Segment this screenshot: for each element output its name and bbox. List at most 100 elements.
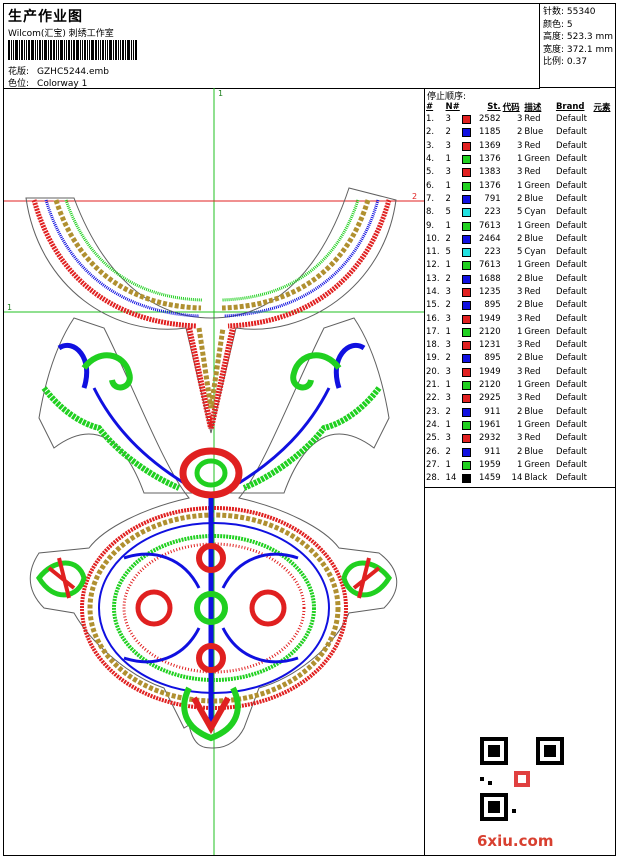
row-element xyxy=(592,379,616,392)
barcode-bar xyxy=(53,40,55,60)
design-height: 高度: 523.3 mm xyxy=(543,32,614,42)
row-element xyxy=(592,459,616,472)
color-swatch xyxy=(462,420,472,430)
table-row: 18. 3 1231 3 Red Default xyxy=(425,339,616,352)
row-needle: 3 xyxy=(445,393,451,404)
color-swatch xyxy=(462,181,472,191)
row-index: 8. xyxy=(426,207,435,218)
col-index: # xyxy=(426,102,434,112)
row-brand: Default xyxy=(555,406,587,417)
row-index: 21. xyxy=(426,380,440,391)
table-row: 19. 2 895 2 Blue Default xyxy=(425,352,616,365)
row-stitch-count: 1231 xyxy=(479,340,501,351)
row-code: 2 xyxy=(516,353,523,364)
row-code: 3 xyxy=(516,340,523,351)
barcode-bar xyxy=(87,40,88,60)
col-element: 元素 xyxy=(593,103,611,113)
row-stitches: 223 xyxy=(461,206,501,219)
qr-module xyxy=(488,745,500,757)
barcode-bar xyxy=(102,40,104,60)
row-needle: 1 xyxy=(445,260,451,271)
barcode-bar xyxy=(107,40,108,60)
row-brand: Default xyxy=(555,473,587,484)
table-row: 28. 14 1459 14 Black Default xyxy=(425,472,616,485)
color-swatch xyxy=(462,194,472,204)
row-desc: Red xyxy=(524,140,541,151)
row-brand: Default xyxy=(555,300,587,311)
qr-code xyxy=(480,737,564,821)
row-code: 3 xyxy=(516,433,523,444)
qr-module xyxy=(512,809,516,813)
row-needle: 3 xyxy=(445,366,451,377)
row-brand: Default xyxy=(555,233,587,244)
row-needle: 3 xyxy=(445,114,451,125)
row-element xyxy=(592,206,616,219)
row-desc: Red xyxy=(524,366,541,377)
row-index: 4. xyxy=(426,154,435,165)
row-stitch-count: 223 xyxy=(484,247,501,258)
row-needle: 2 xyxy=(445,127,451,138)
row-stitches: 2464 xyxy=(461,233,501,246)
row-stitches: 1961 xyxy=(461,419,501,432)
row-needle: 3 xyxy=(445,313,451,324)
row-stitch-count: 1383 xyxy=(479,167,501,178)
row-needle: 3 xyxy=(445,287,451,297)
table-row: 9. 1 7613 1 Green Default xyxy=(425,219,616,232)
row-code: 3 xyxy=(516,393,523,404)
table-row: 13. 2 1688 2 Blue Default xyxy=(425,273,616,286)
row-stitch-count: 1185 xyxy=(479,127,501,138)
row-index: 1. xyxy=(426,114,435,125)
barcode-bar xyxy=(50,40,52,60)
row-needle: 2 xyxy=(445,353,451,364)
color-swatch xyxy=(462,168,472,178)
row-element xyxy=(592,419,616,432)
table-row: 21. 1 2120 1 Green Default xyxy=(425,379,616,392)
row-brand: Default xyxy=(555,326,587,337)
row-index: 26. xyxy=(426,446,440,457)
barcode-bar xyxy=(131,40,132,60)
barcode-bar xyxy=(44,40,47,60)
color-swatch xyxy=(462,447,472,457)
barcode-bar xyxy=(127,40,130,60)
table-row: 11. 5 223 5 Cyan Default xyxy=(425,246,616,259)
barcode-bar xyxy=(21,40,23,60)
row-code: 1 xyxy=(516,220,523,231)
color-swatch xyxy=(462,115,472,125)
qr-module xyxy=(488,801,500,813)
color-swatch xyxy=(462,394,472,404)
row-desc: Cyan xyxy=(524,247,546,258)
row-code: 2 xyxy=(516,300,523,311)
row-stitch-count: 1376 xyxy=(479,154,501,165)
row-needle: 2 xyxy=(445,300,451,311)
color-swatch xyxy=(462,274,472,284)
row-stitches: 1231 xyxy=(461,339,501,352)
barcode-bar xyxy=(105,40,106,60)
row-stitch-count: 1376 xyxy=(479,180,501,191)
row-brand: Default xyxy=(555,366,587,377)
row-needle: 2 xyxy=(445,446,451,457)
barcode-bar xyxy=(71,40,72,60)
row-stitches: 895 xyxy=(461,352,501,365)
row-needle: 3 xyxy=(445,140,451,151)
table-row: 25. 3 2932 3 Red Default xyxy=(425,432,616,445)
row-stitches: 911 xyxy=(461,406,501,419)
row-stitches: 1949 xyxy=(461,312,501,325)
row-stitches: 1376 xyxy=(461,179,501,192)
row-code: 2 xyxy=(516,406,523,417)
neckline-band-green-left xyxy=(64,199,203,302)
qr-module xyxy=(544,745,556,757)
row-needle: 3 xyxy=(445,167,451,178)
table-row: 17. 1 2120 1 Green Default xyxy=(425,326,616,339)
row-element xyxy=(592,472,616,485)
barcode-bar xyxy=(48,40,49,60)
row-index: 23. xyxy=(426,406,440,417)
row-stitch-count: 2120 xyxy=(479,326,501,337)
color-count: 颜色: 5 xyxy=(543,19,573,30)
row-brand: Default xyxy=(555,154,587,165)
table-row: 22. 3 2925 3 Red Default xyxy=(425,392,616,405)
row-stitches: 791 xyxy=(461,193,501,206)
right-inner-motif xyxy=(249,589,287,627)
row-needle: 1 xyxy=(445,220,451,231)
row-index: 11. xyxy=(426,247,440,258)
row-stitch-count: 1688 xyxy=(479,273,501,284)
